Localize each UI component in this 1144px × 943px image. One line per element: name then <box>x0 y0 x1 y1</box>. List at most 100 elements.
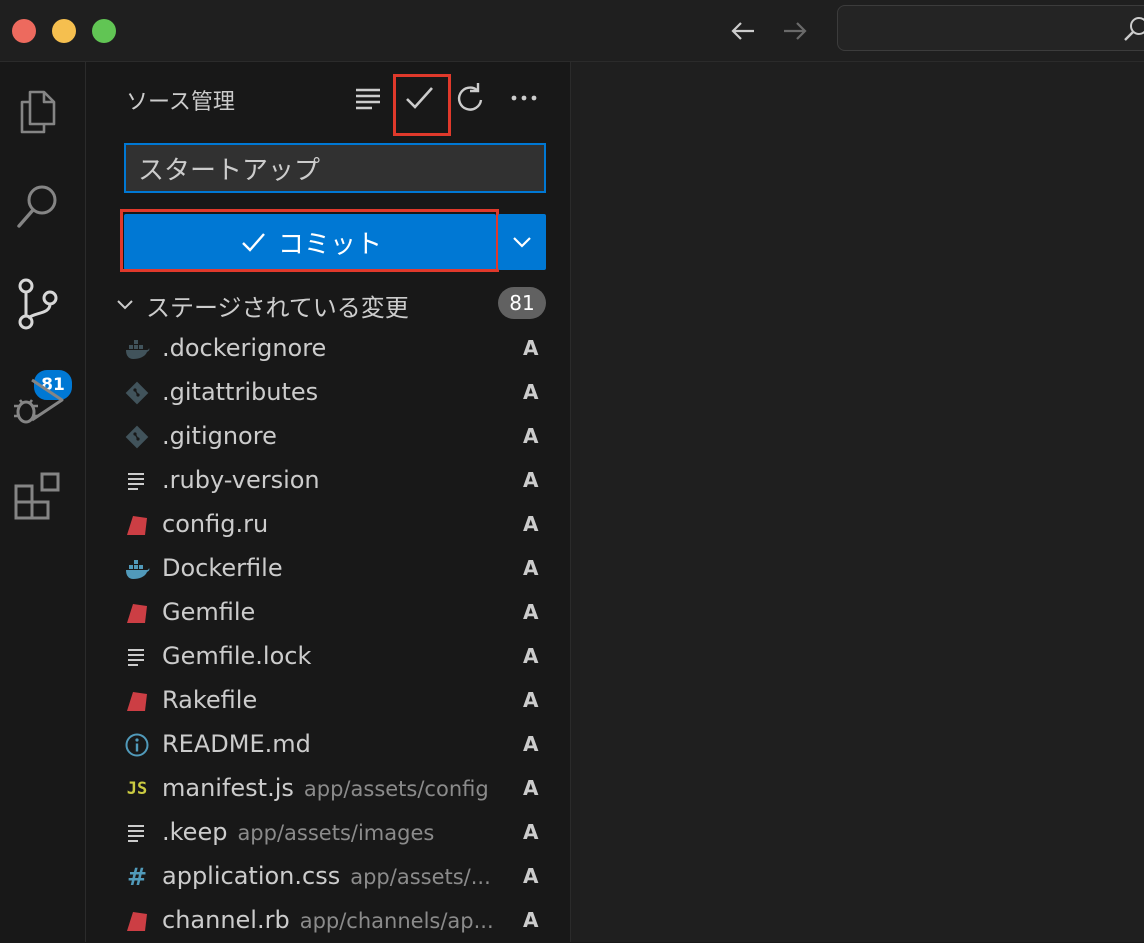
docker-icon <box>124 336 150 362</box>
file-row[interactable]: JS manifest.js app/assets/config A <box>86 767 571 811</box>
file-status-added: A <box>523 776 539 800</box>
file-name: channel.rb app/channels/ap... <box>162 906 494 934</box>
run-and-debug-icon[interactable] <box>10 372 66 428</box>
file-name-text: .ruby-version <box>162 466 320 494</box>
file-name: Gemfile.lock <box>162 642 311 670</box>
file-name-text: Rakefile <box>162 686 258 714</box>
file-name: README.md <box>162 730 311 758</box>
title-bar <box>0 0 1144 62</box>
file-name-text: config.ru <box>162 510 269 538</box>
file-status-added: A <box>523 600 539 624</box>
chevron-down-icon <box>513 237 531 248</box>
file-path: app/assets/images <box>237 821 435 845</box>
file-status-added: A <box>523 556 539 580</box>
file-name-text: .keep <box>162 818 228 846</box>
file-row[interactable]: .gitattributes A <box>86 371 571 415</box>
file-row[interactable]: Gemfile A <box>86 591 571 635</box>
file-name: application.css app/assets/... <box>162 862 491 890</box>
file-status-added: A <box>523 512 539 536</box>
file-name: Gemfile <box>162 598 255 626</box>
file-name-text: Dockerfile <box>162 554 283 582</box>
file-path: app/channels/ap... <box>299 909 494 933</box>
css-icon: # <box>126 863 148 891</box>
file-status-added: A <box>523 864 539 888</box>
text-file-icon <box>124 468 150 494</box>
file-row[interactable]: .keep app/assets/images A <box>86 811 571 855</box>
file-name: .dockerignore <box>162 334 326 362</box>
docker-icon <box>124 556 150 582</box>
view-as-list-icon[interactable] <box>348 78 388 118</box>
maximize-window-button[interactable] <box>92 19 116 43</box>
file-name-text: .gitattributes <box>162 378 319 406</box>
refresh-icon[interactable] <box>451 78 491 118</box>
file-status-added: A <box>523 380 539 404</box>
file-name-text: channel.rb <box>162 906 290 934</box>
file-name: Dockerfile <box>162 554 283 582</box>
file-row[interactable]: Rakefile A <box>86 679 571 723</box>
more-actions-icon[interactable] <box>504 78 544 118</box>
back-arrow-icon[interactable] <box>726 14 760 48</box>
file-name: .ruby-version <box>162 466 320 494</box>
info-icon <box>124 732 150 758</box>
staged-count-badge: 81 <box>498 287 546 319</box>
chevron-down-icon <box>117 300 133 310</box>
file-status-added: A <box>523 688 539 712</box>
source-control-panel: ソース管理 コミット ステージされている変更 81 .dockerignoreA… <box>86 62 571 942</box>
git-icon <box>124 424 150 450</box>
file-status-added: A <box>523 336 539 360</box>
activity-bar: 81 <box>0 62 86 942</box>
file-name-text: application.css <box>162 862 341 890</box>
highlight-box-commit-check <box>393 74 451 136</box>
text-file-icon <box>124 820 150 846</box>
file-row[interactable]: Gemfile.lock A <box>86 635 571 679</box>
panel-title: ソース管理 <box>126 90 235 115</box>
ruby-icon <box>124 600 150 626</box>
editor-area <box>571 62 1144 942</box>
file-row[interactable]: .gitignore A <box>86 415 571 459</box>
staged-changes-header[interactable]: ステージされている変更 81 <box>114 284 550 324</box>
search-icon[interactable] <box>10 178 66 234</box>
file-status-added: A <box>523 644 539 668</box>
staged-file-list: .dockerignore A .gitattributes A .gitignore A… <box>86 327 571 943</box>
file-path: app/assets/... <box>350 865 491 889</box>
file-name-text: Gemfile.lock <box>162 642 312 670</box>
ruby-icon <box>124 908 150 934</box>
commit-options-dropdown[interactable] <box>498 214 546 270</box>
file-row[interactable]: # application.css app/assets/... A <box>86 855 571 899</box>
text-file-icon <box>124 644 150 670</box>
command-center-search[interactable] <box>837 5 1144 51</box>
highlight-box-commit-button <box>120 209 499 272</box>
file-name: .gitignore <box>162 422 277 450</box>
file-name-text: manifest.js <box>162 774 294 802</box>
file-row[interactable]: Dockerfile A <box>86 547 571 591</box>
minimize-window-button[interactable] <box>52 19 76 43</box>
file-name: .gitattributes <box>162 378 318 406</box>
file-status-added: A <box>523 732 539 756</box>
commit-message-input[interactable] <box>124 143 546 193</box>
forward-arrow-icon[interactable] <box>778 14 812 48</box>
file-row[interactable]: channel.rb app/channels/ap... A <box>86 899 571 943</box>
file-name: Rakefile <box>162 686 257 714</box>
source-control-icon[interactable] <box>10 276 66 332</box>
close-window-button[interactable] <box>12 19 36 43</box>
section-title: ステージされている変更 <box>146 294 409 322</box>
file-row[interactable]: README.md A <box>86 723 571 767</box>
ruby-icon <box>124 512 150 538</box>
ruby-icon <box>124 688 150 714</box>
file-status-added: A <box>523 468 539 492</box>
file-row[interactable]: .ruby-version A <box>86 459 571 503</box>
file-name: config.ru <box>162 510 268 538</box>
file-name: manifest.js app/assets/config <box>162 774 489 802</box>
js-icon: JS <box>126 779 148 799</box>
git-icon <box>124 380 150 406</box>
file-name-text: .dockerignore <box>162 334 327 362</box>
search-icon <box>1124 17 1144 41</box>
extensions-icon[interactable] <box>10 468 66 524</box>
file-row[interactable]: config.ru A <box>86 503 571 547</box>
file-status-added: A <box>523 908 539 932</box>
file-name-text: README.md <box>162 730 311 758</box>
file-status-added: A <box>523 424 539 448</box>
file-name: .keep app/assets/images <box>162 818 434 846</box>
explorer-icon[interactable] <box>10 84 66 140</box>
file-row[interactable]: .dockerignore A <box>86 327 571 371</box>
